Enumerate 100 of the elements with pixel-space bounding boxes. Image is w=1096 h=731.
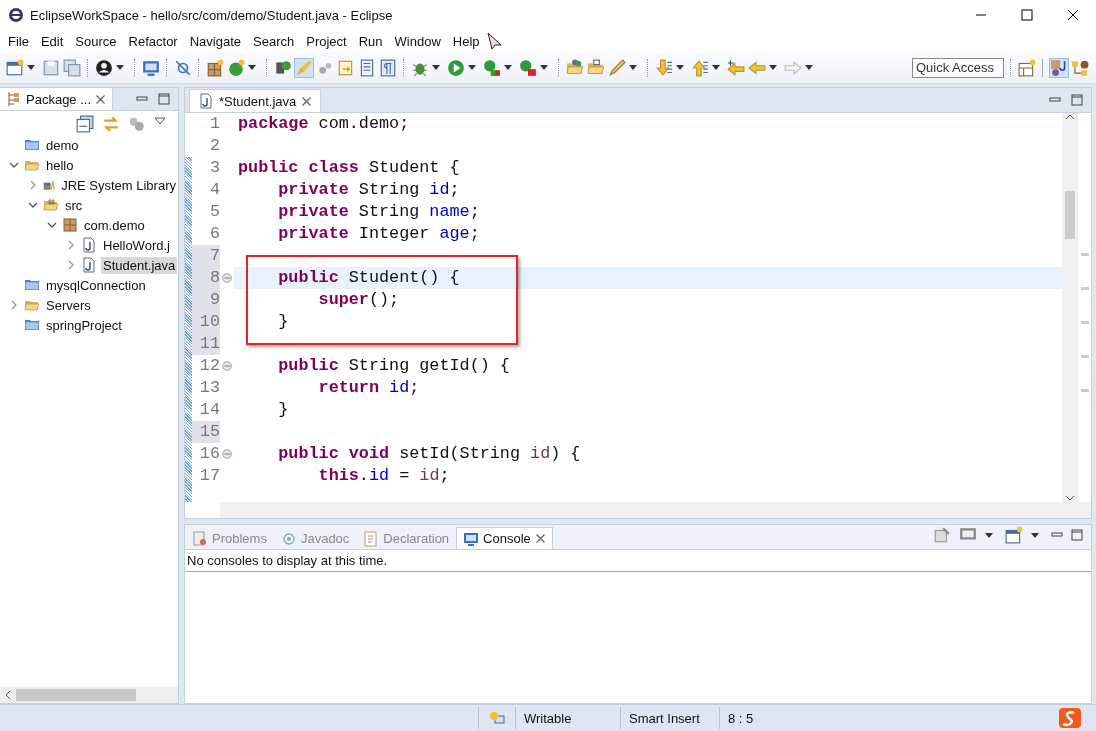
filter-icon[interactable] xyxy=(128,115,146,133)
view-tab[interactable]: Console xyxy=(456,527,553,549)
down-arrow-icon[interactable] xyxy=(655,58,673,77)
tree-item[interactable]: springProject xyxy=(44,316,124,334)
package-explorer-icon xyxy=(6,91,22,107)
package-explorer-tab[interactable]: Package ... xyxy=(0,88,114,110)
line-number: 5 xyxy=(208,201,220,223)
fold-icon[interactable] xyxy=(222,449,232,459)
caret-icon[interactable] xyxy=(116,65,124,70)
tree-item[interactable]: Student.java xyxy=(101,256,178,274)
line-number: 13 xyxy=(198,377,220,399)
tree-item[interactable]: demo xyxy=(44,136,81,154)
menu-item[interactable]: Refactor xyxy=(122,31,184,51)
maximize-icon[interactable] xyxy=(1071,529,1083,541)
tree-item[interactable]: mysqlConnection xyxy=(44,276,148,294)
document-icon[interactable] xyxy=(358,58,376,77)
hierarchy-icon[interactable] xyxy=(1071,58,1089,77)
scroll-up-icon[interactable] xyxy=(1065,113,1075,121)
collapse-all-icon[interactable] xyxy=(76,115,94,133)
last-edit-icon[interactable] xyxy=(727,58,745,77)
briefcase-folder-icon[interactable] xyxy=(587,58,605,77)
caret-icon[interactable] xyxy=(468,65,476,70)
caret-icon[interactable] xyxy=(27,65,35,70)
caret-icon[interactable] xyxy=(1031,532,1039,538)
status-field: 8 : 5 xyxy=(719,707,886,729)
close-icon[interactable] xyxy=(534,533,546,544)
overview-marker[interactable] xyxy=(1080,287,1089,290)
coverage-run-icon[interactable] xyxy=(483,58,501,77)
link-editor-icon[interactable] xyxy=(102,115,120,133)
menu-item[interactable]: Search xyxy=(247,31,301,51)
close-icon[interactable] xyxy=(95,93,107,105)
package-icon xyxy=(62,217,78,233)
input-method-icon[interactable] xyxy=(1058,707,1082,729)
quick-access-field[interactable]: Quick Access xyxy=(912,57,1004,78)
caret-icon[interactable] xyxy=(985,532,993,538)
caret-icon[interactable] xyxy=(432,65,440,70)
fold-icon[interactable] xyxy=(222,273,232,283)
tree-item[interactable]: HelloWord.j xyxy=(101,236,172,254)
close-icon[interactable] xyxy=(301,95,313,107)
overview-marker[interactable] xyxy=(1080,321,1089,324)
caret-icon[interactable] xyxy=(504,65,512,70)
overview-marker[interactable] xyxy=(1080,253,1089,256)
package-icon[interactable] xyxy=(206,58,224,77)
open-folder-icon[interactable] xyxy=(566,58,584,77)
save-icon[interactable] xyxy=(42,58,60,77)
monitor-icon[interactable] xyxy=(142,58,160,77)
code-line: public String getId() { xyxy=(277,356,510,375)
next-annotation-icon[interactable] xyxy=(337,58,355,77)
at-sign-icon xyxy=(280,530,297,547)
overview-marker[interactable] xyxy=(1080,389,1089,392)
scrollbar-thumb[interactable] xyxy=(1065,191,1075,239)
save-all-icon[interactable] xyxy=(63,58,81,77)
tab-label[interactable]: *Student.java xyxy=(219,93,297,109)
caret-icon[interactable] xyxy=(769,65,777,70)
caret-icon[interactable] xyxy=(629,65,637,70)
tree-item[interactable]: Servers xyxy=(44,296,93,314)
java-perspective-icon[interactable] xyxy=(1050,58,1068,77)
person-icon[interactable] xyxy=(95,58,113,77)
menu-item[interactable]: Source xyxy=(69,31,123,51)
menu-item[interactable]: Window xyxy=(388,31,447,51)
open-type-icon[interactable] xyxy=(274,58,292,77)
menu-item[interactable]: Navigate xyxy=(183,31,247,51)
run-icon[interactable] xyxy=(447,58,465,77)
pen-nib-icon[interactable] xyxy=(608,58,626,77)
scroll-left-icon[interactable] xyxy=(4,691,12,699)
tree-item[interactable]: com.demo xyxy=(82,216,147,234)
horizontal-scrollbar[interactable] xyxy=(220,502,1091,518)
maximize-icon[interactable] xyxy=(1071,94,1083,106)
menu-item[interactable]: File xyxy=(2,31,35,51)
new-file-icon[interactable] xyxy=(6,58,24,77)
scrollbar-thumb[interactable] xyxy=(16,689,136,701)
menu-item[interactable]: Help xyxy=(446,31,486,51)
view-menu-icon[interactable] xyxy=(154,115,166,127)
caret-icon[interactable] xyxy=(540,65,548,70)
menu-item[interactable]: Edit xyxy=(34,31,70,51)
slash-circle-icon[interactable] xyxy=(174,58,192,77)
caret-icon[interactable] xyxy=(805,65,813,70)
menu-item[interactable]: Run xyxy=(352,31,389,51)
pin-console-icon[interactable] xyxy=(933,526,951,544)
caret-icon[interactable] xyxy=(676,65,684,70)
new-console-icon[interactable] xyxy=(1005,526,1023,544)
pilcrow-icon[interactable] xyxy=(379,58,397,77)
caret-icon[interactable] xyxy=(248,65,256,70)
up-arrow-icon[interactable] xyxy=(691,58,709,77)
project-folder-icon xyxy=(24,137,40,153)
line-number: 16 xyxy=(198,443,220,465)
menu-item[interactable]: Project xyxy=(300,31,353,51)
tree-item[interactable]: src xyxy=(63,196,85,214)
scroll-down-icon[interactable] xyxy=(1065,494,1075,502)
caret-icon[interactable] xyxy=(712,65,720,70)
open-perspective-icon[interactable] xyxy=(1018,58,1036,77)
overview-marker[interactable] xyxy=(1080,355,1089,358)
tree-item[interactable]: hello xyxy=(44,156,76,174)
status-field: Writable xyxy=(515,707,620,729)
editor-tab[interactable]: *Student.java xyxy=(189,89,322,112)
maximize-icon[interactable] xyxy=(158,93,170,105)
fold-icon[interactable] xyxy=(222,361,232,371)
line-number: 4 xyxy=(208,179,220,201)
tree-item[interactable]: JRE System Library xyxy=(59,176,178,194)
external-tools-icon[interactable] xyxy=(519,58,537,77)
